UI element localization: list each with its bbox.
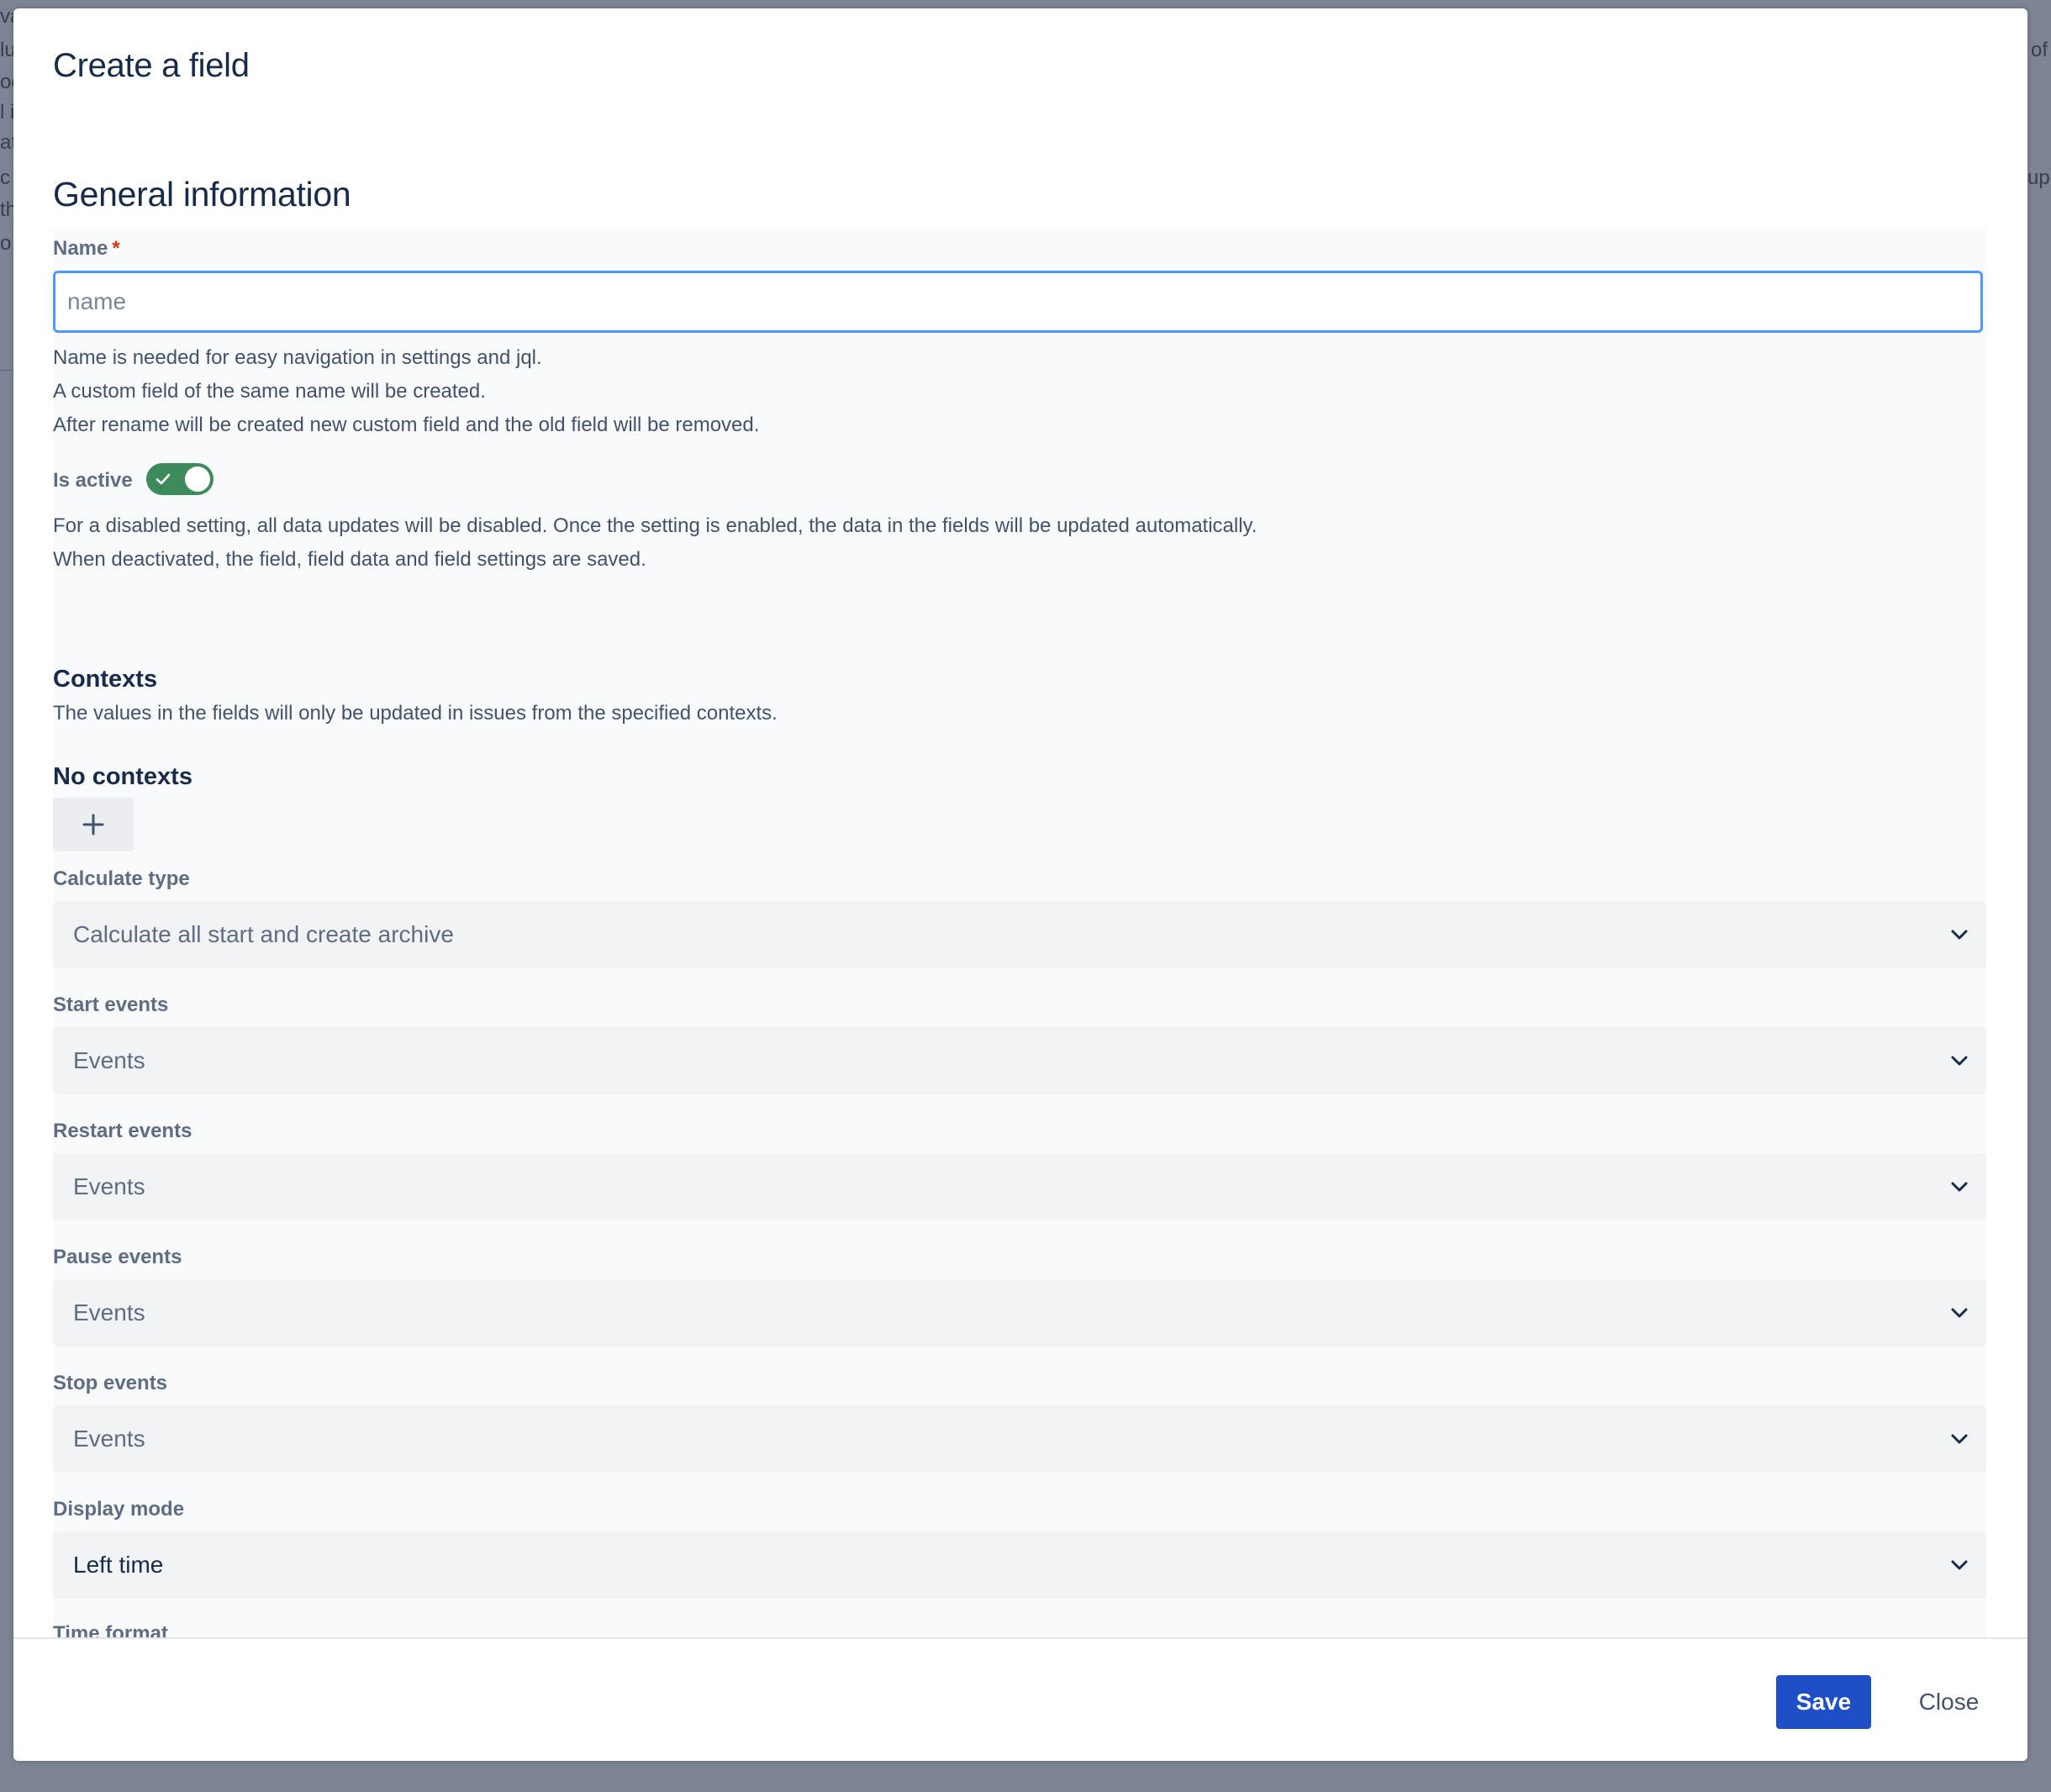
start-events-select[interactable]: Events	[53, 1027, 1986, 1094]
display-mode-label: Display mode	[53, 1498, 185, 1521]
pause-events-label: Pause events	[53, 1246, 182, 1268]
close-button[interactable]: Close	[1896, 1675, 2001, 1729]
name-label-text: Name	[53, 237, 108, 260]
is-active-label: Is active	[53, 469, 133, 492]
start-events-value: Events	[73, 1047, 145, 1073]
pause-events-value: Events	[73, 1299, 145, 1326]
dialog-footer: Save Close	[13, 1639, 2027, 1761]
is-active-help-line: When deactivated, the field, field data …	[53, 548, 646, 571]
chevron-down-icon	[1951, 930, 1968, 940]
no-contexts-heading: No contexts	[53, 763, 192, 790]
toggle-knob	[185, 466, 210, 492]
contexts-description: The values in the fields will only be up…	[53, 702, 778, 725]
dialog-title: Create a field	[53, 47, 250, 84]
pause-events-select[interactable]: Events	[53, 1279, 1986, 1347]
required-indicator: *	[112, 237, 120, 260]
chevron-down-icon	[1951, 1308, 1968, 1318]
chevron-down-icon	[1951, 1182, 1968, 1192]
restart-events-select[interactable]: Events	[53, 1153, 1986, 1220]
name-help-line: A custom field of the same name will be …	[53, 380, 486, 403]
general-information-heading: General information	[53, 175, 351, 213]
name-input[interactable]	[53, 271, 1983, 333]
create-field-dialog: Create a field General information Name *…	[13, 8, 2027, 1761]
background-text: o	[0, 232, 12, 255]
name-label: Name *	[53, 237, 120, 261]
chevron-down-icon	[1951, 1560, 1968, 1570]
stop-events-label: Stop events	[53, 1372, 168, 1394]
background-divider	[0, 370, 13, 371]
calculate-type-label: Calculate type	[53, 867, 190, 890]
name-help-line: Name is needed for easy navigation in se…	[53, 346, 542, 369]
display-mode-select[interactable]: Left time	[53, 1531, 1986, 1599]
display-mode-value: Left time	[73, 1552, 164, 1578]
chevron-down-icon	[1951, 1434, 1968, 1444]
is-active-toggle[interactable]	[146, 463, 214, 495]
name-help-line: After rename will be created new custom …	[53, 414, 760, 436]
calculate-type-select[interactable]: Calculate all start and create archive	[53, 901, 1986, 968]
stop-events-value: Events	[73, 1426, 145, 1452]
background-text: of	[2031, 39, 2048, 61]
save-button[interactable]: Save	[1776, 1675, 1871, 1729]
chevron-down-icon	[1951, 1056, 1968, 1066]
check-icon	[156, 473, 171, 485]
start-events-label: Start events	[53, 994, 169, 1016]
calculate-type-value: Calculate all start and create archive	[73, 921, 454, 947]
stop-events-select[interactable]: Events	[53, 1405, 1986, 1473]
background-text: l i	[0, 101, 15, 124]
is-active-help-line: For a disabled setting, all data updates…	[53, 514, 1257, 537]
time-format-label: Time format	[53, 1622, 168, 1637]
add-context-button[interactable]	[53, 798, 134, 851]
background-text: c	[0, 166, 10, 189]
restart-events-label: Restart events	[53, 1120, 192, 1142]
dialog-header: Create a field	[13, 8, 2027, 134]
contexts-heading: Contexts	[53, 666, 158, 693]
name-help-text: Name is needed for easy navigation in se…	[53, 341, 759, 442]
is-active-help-text: For a disabled setting, all data updates…	[53, 509, 1257, 577]
plus-icon	[82, 814, 104, 835]
dialog-body[interactable]: General information Name* Name is needed…	[13, 134, 2027, 1637]
restart-events-value: Events	[73, 1173, 145, 1199]
background-text: upo	[2027, 166, 2051, 189]
